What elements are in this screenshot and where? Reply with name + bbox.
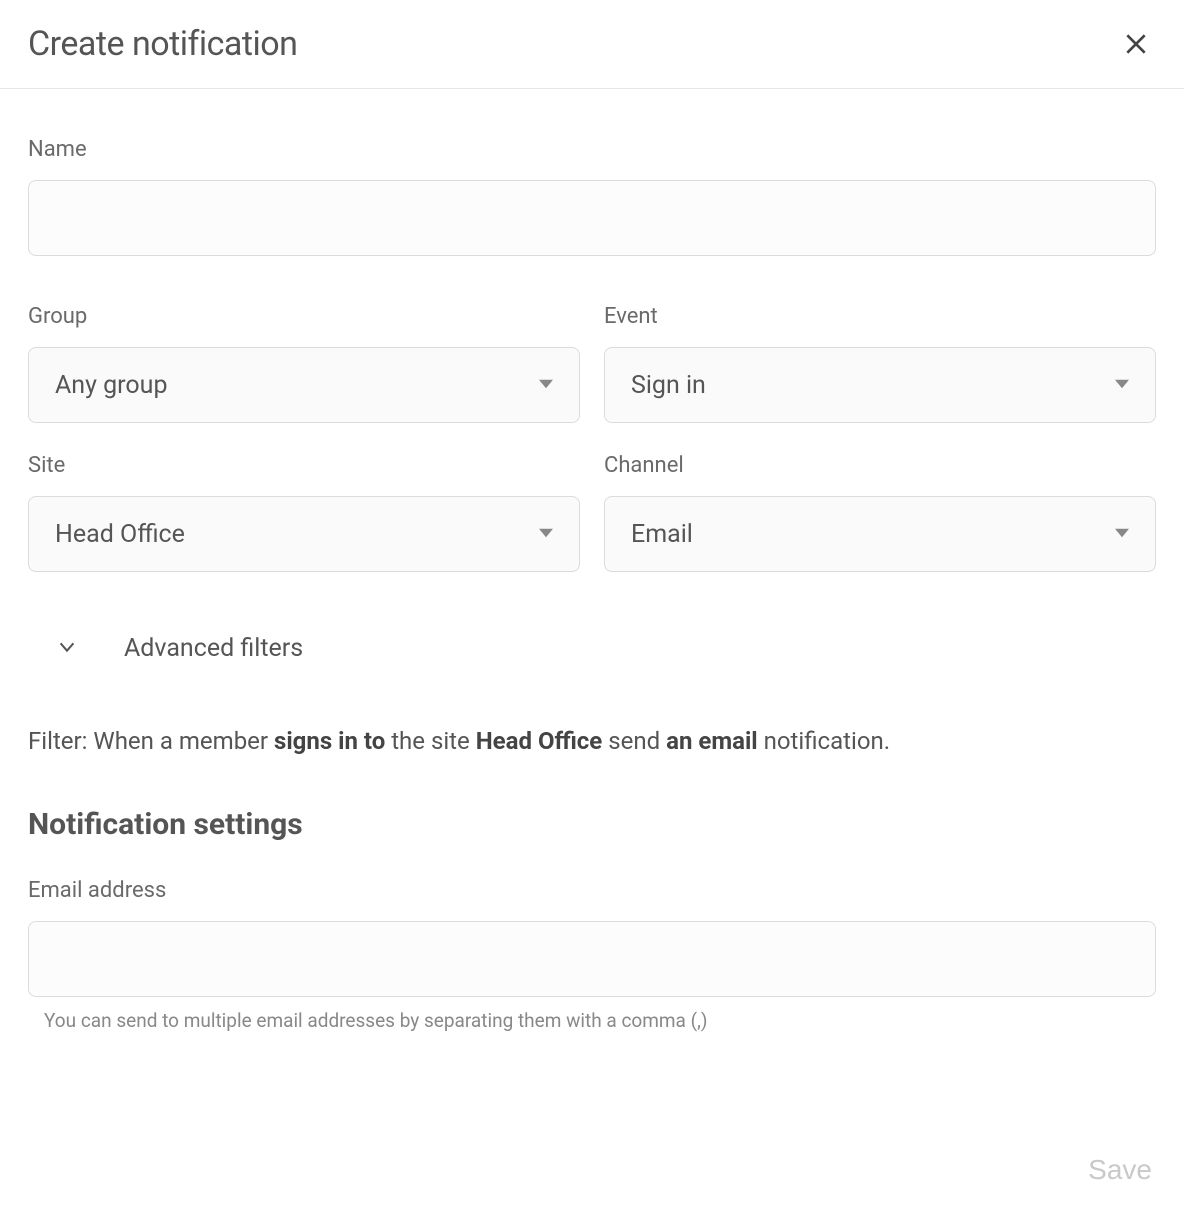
event-label: Event <box>604 304 1156 329</box>
event-value: Sign in <box>631 371 1115 400</box>
dialog-title: Create notification <box>28 24 297 64</box>
group-value: Any group <box>55 371 539 400</box>
advanced-filters-toggle[interactable]: Advanced filters <box>28 634 1156 663</box>
site-label: Site <box>28 453 580 478</box>
channel-label: Channel <box>604 453 1156 478</box>
site-value: Head Office <box>55 520 539 549</box>
save-button[interactable]: Save <box>1084 1146 1156 1194</box>
site-select[interactable]: Head Office <box>28 496 580 572</box>
filter-summary: Filter: When a member signs in to the si… <box>28 725 1156 759</box>
email-helper-text: You can send to multiple email addresses… <box>28 1009 1156 1032</box>
filter-text-action: signs in to <box>274 727 385 755</box>
name-input[interactable] <box>28 180 1156 256</box>
filter-text-mid1: the site <box>385 727 475 755</box>
group-field-group: Group Any group <box>28 304 580 423</box>
channel-field-group: Channel Email <box>604 453 1156 572</box>
caret-down-icon <box>539 376 553 395</box>
caret-down-icon <box>539 525 553 544</box>
name-label: Name <box>28 137 1156 162</box>
filter-text-site: Head Office <box>476 727 603 755</box>
close-icon <box>1123 31 1149 57</box>
dialog-footer: Save <box>0 1146 1184 1222</box>
dialog-body: Name Group Any group Event Sign in <box>0 89 1184 1146</box>
filter-text-prefix: Filter: When a member <box>28 727 274 755</box>
close-button[interactable] <box>1116 24 1156 64</box>
group-label: Group <box>28 304 580 329</box>
site-channel-row: Site Head Office Channel Email <box>28 453 1156 572</box>
email-input[interactable] <box>28 921 1156 997</box>
create-notification-dialog: Create notification Name Group Any group <box>0 0 1184 1222</box>
filter-text-mid2: send <box>602 727 666 755</box>
email-field-group: Email address You can send to multiple e… <box>28 878 1156 1032</box>
chevron-down-icon <box>56 636 78 662</box>
email-label: Email address <box>28 878 1156 903</box>
group-select[interactable]: Any group <box>28 347 580 423</box>
caret-down-icon <box>1115 525 1129 544</box>
filter-text-suffix: notification. <box>758 727 890 755</box>
caret-down-icon <box>1115 376 1129 395</box>
event-field-group: Event Sign in <box>604 304 1156 423</box>
filter-text-channel: an email <box>666 727 758 755</box>
group-event-row: Group Any group Event Sign in <box>28 304 1156 423</box>
advanced-filters-label: Advanced filters <box>124 634 303 663</box>
channel-select[interactable]: Email <box>604 496 1156 572</box>
channel-value: Email <box>631 520 1115 549</box>
name-field-group: Name <box>28 137 1156 256</box>
site-field-group: Site Head Office <box>28 453 580 572</box>
notification-settings-heading: Notification settings <box>28 807 1156 842</box>
dialog-header: Create notification <box>0 0 1184 89</box>
event-select[interactable]: Sign in <box>604 347 1156 423</box>
